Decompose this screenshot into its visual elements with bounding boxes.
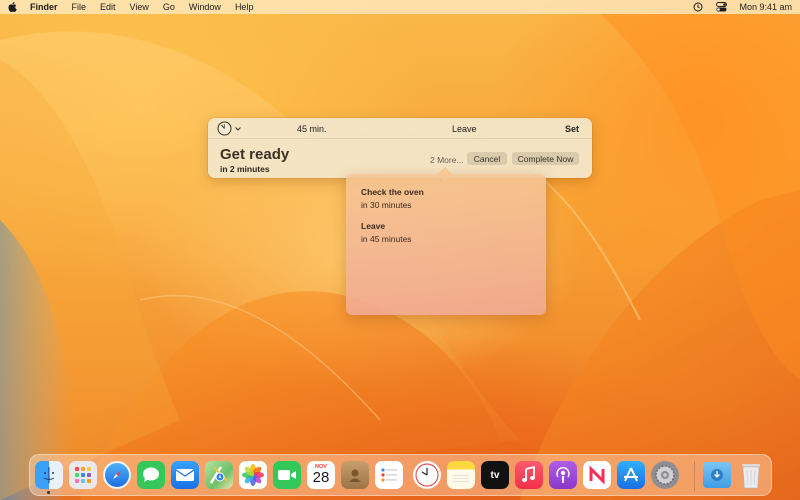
menu-file[interactable]: File <box>72 2 87 12</box>
tv-label: tv <box>490 469 500 481</box>
more-timers-button[interactable]: 2 More... <box>430 155 464 165</box>
messages-icon[interactable] <box>137 461 165 489</box>
timer-subtitle: in 2 minutes <box>220 164 270 174</box>
cancel-button[interactable]: Cancel <box>467 152 507 165</box>
safari-icon[interactable] <box>103 461 131 489</box>
timer-name-field[interactable]: Leave <box>452 124 477 134</box>
notes-icon[interactable] <box>447 461 475 489</box>
timer-item-name: Leave <box>361 221 386 231</box>
mail-icon[interactable] <box>171 461 199 489</box>
timer-item-time: in 45 minutes <box>361 234 412 244</box>
launchpad-icon[interactable] <box>69 461 97 489</box>
timer-item-time: in 30 minutes <box>361 200 412 210</box>
menu-window[interactable]: Window <box>189 2 221 12</box>
photos-icon[interactable] <box>239 461 267 489</box>
menu-go[interactable]: Go <box>163 2 175 12</box>
facetime-icon[interactable] <box>273 461 301 489</box>
control-center-icon[interactable] <box>716 2 728 12</box>
podcasts-icon[interactable] <box>549 461 577 489</box>
menu-edit[interactable]: Edit <box>100 2 116 12</box>
finder-icon[interactable] <box>35 461 63 489</box>
timer-duration-field[interactable]: 45 min. <box>297 124 327 134</box>
calendar-day: 28 <box>312 468 330 486</box>
tv-icon[interactable]: tv <box>481 461 509 489</box>
timer-widget-panel: 45 min. Leave Set Get ready in 2 minutes… <box>208 118 592 178</box>
maps-icon[interactable] <box>205 461 233 489</box>
timer-item-name: Check the oven <box>361 187 424 197</box>
menu-help[interactable]: Help <box>235 2 254 12</box>
timer-picker-button[interactable] <box>217 121 241 136</box>
timer-status-icon[interactable] <box>693 2 704 12</box>
dock-separator <box>694 461 695 491</box>
clock-icon <box>217 121 232 136</box>
menu-view[interactable]: View <box>130 2 149 12</box>
settings-icon[interactable] <box>651 461 679 489</box>
contacts-icon[interactable] <box>341 461 369 489</box>
apple-menu-icon[interactable] <box>8 2 18 12</box>
menubar-clock[interactable]: Mon 9:41 am <box>739 2 792 12</box>
list-item[interactable]: Check the oven in 30 minutes <box>361 187 424 210</box>
menu-app-finder[interactable]: Finder <box>30 2 58 12</box>
menu-bar: Finder File Edit View Go Window Help Mon… <box>0 0 800 14</box>
app-store-icon[interactable] <box>617 461 645 489</box>
complete-now-button[interactable]: Complete Now <box>512 152 579 165</box>
music-icon[interactable] <box>515 461 543 489</box>
chevron-down-icon <box>235 126 241 131</box>
downloads-folder-icon[interactable] <box>703 462 731 488</box>
set-button[interactable]: Set <box>565 124 579 134</box>
timer-toolbar: 45 min. Leave Set <box>208 118 592 139</box>
news-icon[interactable] <box>583 461 611 489</box>
finder-running-indicator <box>47 491 50 494</box>
more-timers-popover: Check the oven in 30 minutes Leave in 45… <box>346 174 546 315</box>
calendar-icon[interactable]: NOV 28 <box>307 461 335 489</box>
clock-icon[interactable] <box>413 461 441 489</box>
list-item[interactable]: Leave in 45 minutes <box>361 221 412 244</box>
dock: NOV 28 tv <box>29 454 772 496</box>
reminders-icon[interactable] <box>375 461 403 489</box>
timer-title: Get ready <box>220 146 290 163</box>
trash-icon[interactable] <box>737 461 765 489</box>
